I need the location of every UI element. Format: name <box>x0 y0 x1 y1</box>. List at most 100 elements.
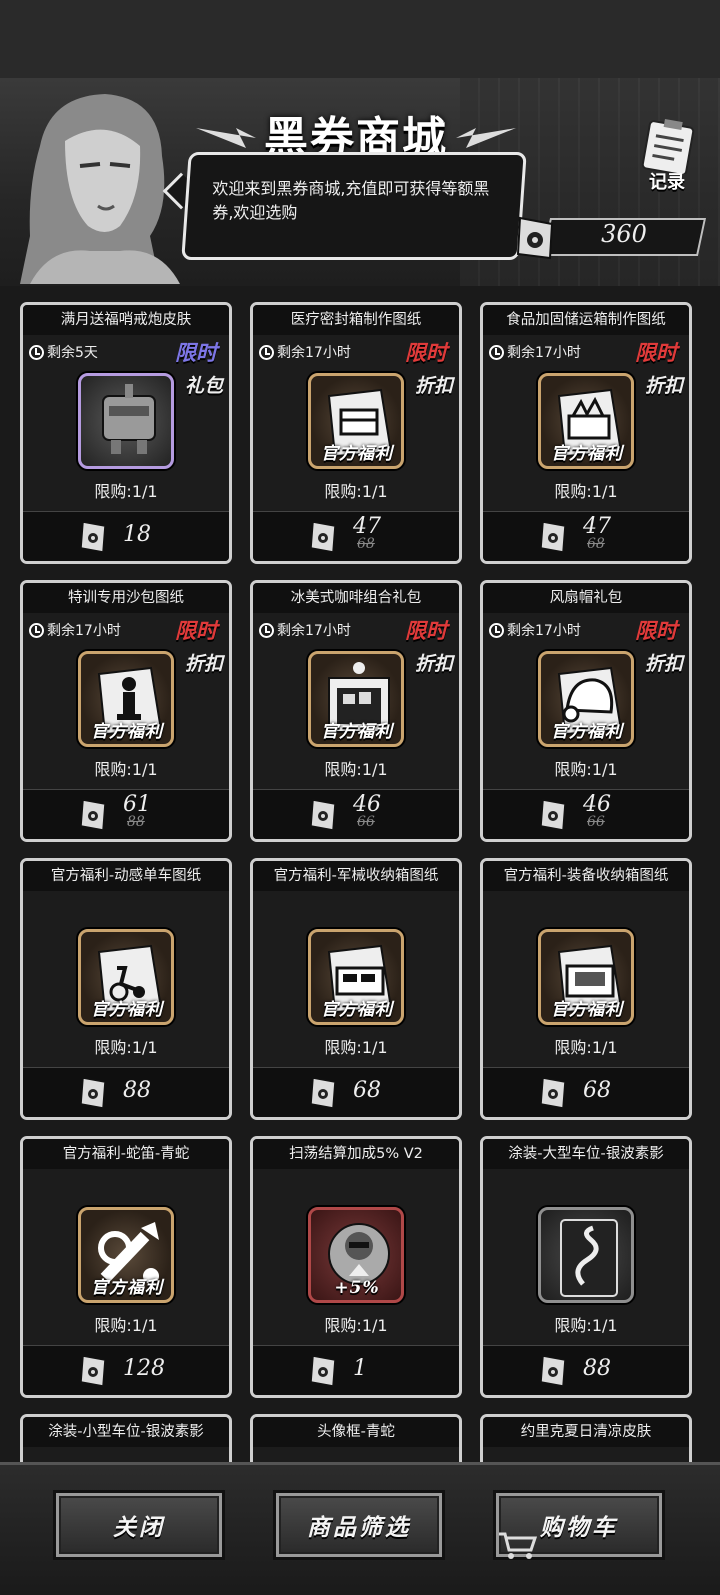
product-icon-frame <box>78 373 174 469</box>
price-value: 18 <box>123 522 151 547</box>
black-ticket-icon <box>310 521 336 553</box>
product-card[interactable]: 满月送福哨戒炮皮肤 剩余5天 限时 礼包 限购:1/1 18 <box>20 302 232 564</box>
price-value: 128 <box>123 1356 165 1381</box>
time-remaining-text: 剩余17小时 <box>507 345 581 361</box>
black-ticket-icon <box>516 216 554 260</box>
product-card[interactable]: 冰美式咖啡组合礼包 剩余17小时 限时 折扣 官方福利 限购:1/1 46 66 <box>250 580 462 842</box>
cart-button[interactable]: 购物车 <box>496 1493 662 1559</box>
time-remaining: 剩余17小时 <box>489 619 581 641</box>
black-ticket-icon <box>310 1355 336 1387</box>
price-value: 68 <box>353 1078 381 1103</box>
original-price: 66 <box>357 814 375 830</box>
price-value: 1 <box>353 1356 367 1381</box>
clock-icon <box>489 622 504 638</box>
price-bar: 68 <box>483 1067 689 1117</box>
purchase-limit: 限购:1/1 <box>324 1316 388 1335</box>
product-name: 满月送福哨戒炮皮肤 <box>23 305 229 335</box>
black-ticket-icon <box>540 799 566 831</box>
close-button[interactable]: 关闭 <box>56 1493 222 1557</box>
product-card[interactable]: 官方福利-蛇笛-青蛇 官方福利 限购:1/1 128 <box>20 1136 232 1398</box>
filter-button[interactable]: 商品筛选 <box>276 1493 442 1557</box>
product-card[interactable]: 官方福利-装备收纳箱图纸 官方福利 限购:1/1 68 <box>480 858 692 1120</box>
product-card[interactable]: 食品加固储运箱制作图纸 剩余17小时 限时 折扣 官方福利 限购:1/1 47 68 <box>480 302 692 564</box>
price-bar: 88 <box>23 1067 229 1117</box>
price-bar: 18 <box>23 511 229 561</box>
filter-button-label: 商品筛选 <box>307 1514 411 1541</box>
close-button-label: 关闭 <box>113 1514 165 1541</box>
time-remaining-text: 剩余17小时 <box>277 345 351 361</box>
clock-icon <box>259 622 274 638</box>
product-card[interactable]: 风扇帽礼包 剩余17小时 限时 折扣 官方福利 限购:1/1 46 66 <box>480 580 692 842</box>
offer-type-tag: 折扣 <box>414 375 453 397</box>
limited-time-tag: 限时 <box>405 618 447 643</box>
black-ticket-icon <box>80 1077 106 1109</box>
limited-time-tag: 限时 <box>635 618 677 643</box>
black-ticket-icon <box>540 1355 566 1387</box>
product-card[interactable]: 官方福利-军械收纳箱图纸官方福利限购:1/1 68 <box>250 858 462 1120</box>
offer-type-tag: 折扣 <box>644 375 683 397</box>
clock-icon <box>29 344 44 360</box>
black-ticket-icon <box>80 1355 106 1387</box>
product-icon-frame: 官方福利 <box>308 929 404 1025</box>
time-remaining: 剩余17小时 <box>259 341 351 363</box>
welfare-badge: 官方福利 <box>91 1278 163 1298</box>
purchase-limit: 限购:1/1 <box>324 760 388 779</box>
price-value: 88 <box>583 1356 611 1381</box>
price-value: 68 <box>583 1078 611 1103</box>
product-card[interactable]: 官方福利-动感单车图纸 官方福利 限购:1/1 88 <box>20 858 232 1120</box>
welfare-badge: 官方福利 <box>321 1000 393 1020</box>
product-name: 官方福利-军械收纳箱图纸 <box>253 861 459 891</box>
black-ticket-icon <box>310 1077 336 1109</box>
purchase-limit: 限购:1/1 <box>324 1038 388 1057</box>
clock-icon <box>489 344 504 360</box>
product-name: 风扇帽礼包 <box>483 583 689 613</box>
balance-value: 360 <box>601 220 647 248</box>
cart-icon <box>499 1532 537 1559</box>
offer-type-tag: 折扣 <box>644 653 683 675</box>
original-price: 68 <box>587 536 605 552</box>
product-card[interactable]: 约里克夏日清凉皮肤 <box>480 1414 692 1464</box>
clipboard-icon <box>641 119 695 176</box>
time-remaining-text: 剩余17小时 <box>507 623 581 639</box>
welfare-badge: 官方福利 <box>321 722 393 742</box>
black-ticket-icon <box>80 799 106 831</box>
product-name: 扫荡结算加成5% V2 <box>253 1139 459 1169</box>
black-ticket-icon <box>80 521 106 553</box>
product-name: 涂装-大型车位-银波素影 <box>483 1139 689 1169</box>
balance-display: 360 <box>514 214 707 260</box>
product-name: 官方福利-动感单车图纸 <box>23 861 229 891</box>
product-icon-frame: 官方福利 <box>78 929 174 1025</box>
purchase-limit: 限购:1/1 <box>94 760 158 779</box>
price-bar: 47 68 <box>483 511 689 561</box>
product-card[interactable]: 医疗密封箱制作图纸 剩余17小时 限时 折扣 官方福利 限购:1/1 47 68 <box>250 302 462 564</box>
limited-time-tag: 限时 <box>635 340 677 365</box>
record-button[interactable]: 记录 <box>630 118 704 194</box>
product-icon-frame: 官方福利 <box>308 651 404 747</box>
product-card[interactable]: 扫荡结算加成5% V2 +5% 限购:1/1 1 <box>250 1136 462 1398</box>
product-icon-frame: 官方福利 <box>78 1207 174 1303</box>
price-bar: 68 <box>253 1067 459 1117</box>
welfare-badge: 官方福利 <box>91 1000 163 1020</box>
time-remaining: 剩余17小时 <box>489 341 581 363</box>
welfare-badge: 官方福利 <box>551 444 623 464</box>
clock-icon <box>259 344 274 360</box>
product-card[interactable]: 涂装-小型车位-银波素影 <box>20 1414 232 1464</box>
purchase-limit: 限购:1/1 <box>94 1316 158 1335</box>
product-name: 医疗密封箱制作图纸 <box>253 305 459 335</box>
price-bar: 88 <box>483 1345 689 1395</box>
time-remaining: 剩余17小时 <box>259 619 351 641</box>
product-card[interactable]: 涂装-大型车位-银波素影限购:1/1 88 <box>480 1136 692 1398</box>
price-bar: 46 66 <box>483 789 689 839</box>
product-name: 约里克夏日清凉皮肤 <box>483 1417 689 1447</box>
shop-header: 黑券商城 欢迎来到黑券商城,充值即可获得等额黑券,欢迎选购 记录 360 <box>0 78 720 286</box>
product-card[interactable]: 头像框-青蛇 <box>250 1414 462 1464</box>
time-remaining: 剩余5天 <box>29 341 98 363</box>
product-name: 特训专用沙包图纸 <box>23 583 229 613</box>
purchase-limit: 限购:1/1 <box>554 1316 618 1335</box>
product-name: 头像框-青蛇 <box>253 1417 459 1447</box>
purchase-limit: 限购:1/1 <box>554 1038 618 1057</box>
product-card[interactable]: 特训专用沙包图纸 剩余17小时 限时 折扣 官方福利 限购:1/1 61 88 <box>20 580 232 842</box>
price-bar: 46 66 <box>253 789 459 839</box>
product-icon-frame <box>538 1207 634 1303</box>
shopkeeper-portrait <box>20 94 180 284</box>
